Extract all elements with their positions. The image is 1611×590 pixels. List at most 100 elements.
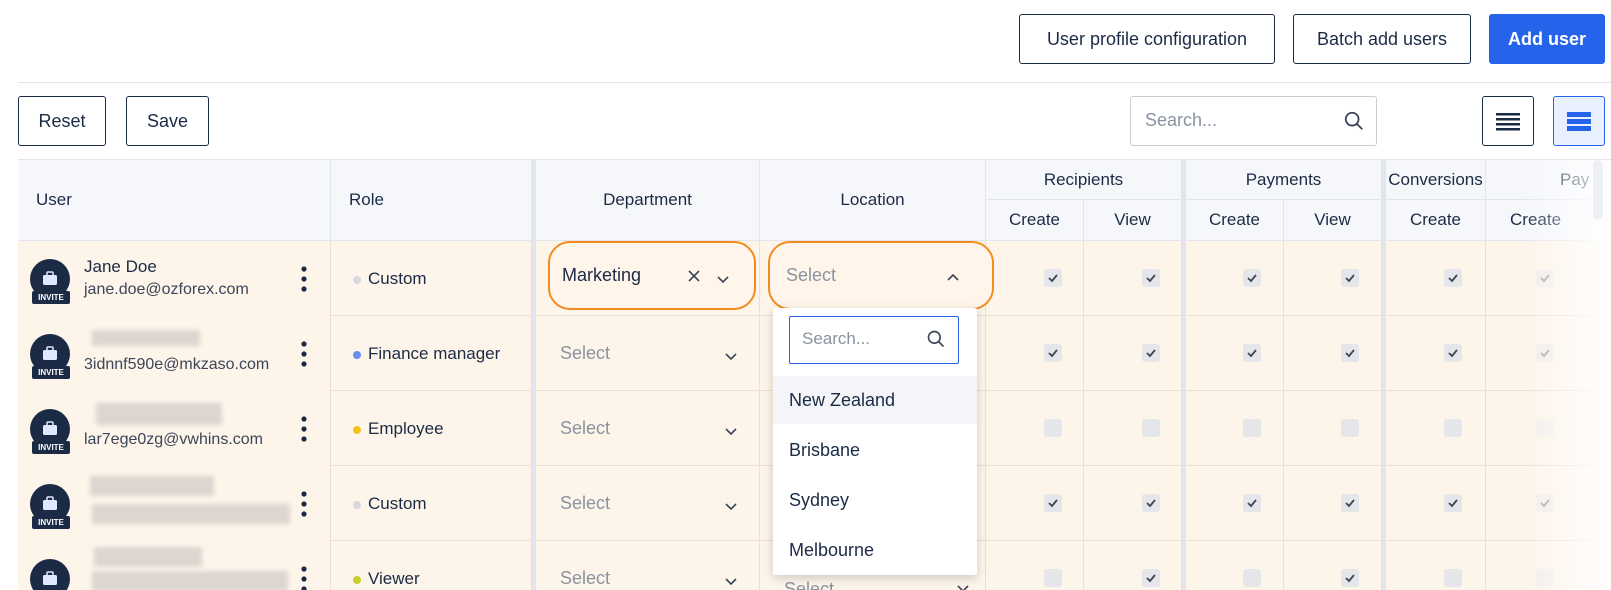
role-text: Custom [368,268,427,288]
permission-checkbox[interactable] [1341,419,1359,437]
permission-checkbox[interactable] [1444,344,1462,362]
permission-checkbox[interactable] [1044,494,1062,512]
permission-checkbox[interactable] [1142,494,1160,512]
permission-checkbox[interactable] [1243,344,1261,362]
more-options-icon[interactable] [300,565,308,590]
check-icon [1345,349,1355,358]
expanded-view-button[interactable] [1553,96,1605,146]
permission-cell [986,316,1084,391]
role-status-dot [353,500,361,509]
dropdown-option[interactable]: Melbourne [773,526,977,574]
permission-checkbox[interactable] [1444,269,1462,287]
role-cell: Custom [331,241,532,316]
column-header-payments-view: View [1284,200,1382,241]
add-user-button[interactable]: Add user [1489,14,1605,64]
role-status-dot [353,575,361,584]
permission-checkbox[interactable] [1444,494,1462,512]
permission-checkbox[interactable] [1142,344,1160,362]
column-separator [532,160,536,590]
department-placeholder: Select [560,493,611,513]
permission-cell [1186,316,1284,391]
permission-cell [1386,316,1486,391]
check-icon [1448,349,1458,358]
department-select[interactable]: Select [536,316,760,391]
check-icon [1247,274,1257,283]
permission-checkbox[interactable] [1044,344,1062,362]
check-icon [1448,499,1458,508]
permission-checkbox[interactable] [1536,494,1554,512]
column-header-recipients-view: View [1084,200,1182,241]
user-cell: INVITE [18,541,331,590]
permission-cell [986,241,1084,316]
save-button[interactable]: Save [126,96,209,146]
dropdown-search-box[interactable] [789,316,959,364]
permission-checkbox[interactable] [1142,419,1160,437]
location-placeholder: Select [786,265,837,285]
more-options-icon[interactable] [300,265,308,293]
permission-checkbox[interactable] [1044,569,1062,587]
list-icon [1496,113,1520,131]
location-select-row1[interactable]: Select [768,241,994,310]
permission-checkbox[interactable] [1142,269,1160,287]
column-group-payments: Payments [1186,160,1382,200]
role-cell: Finance manager [331,316,532,391]
permission-checkbox[interactable] [1341,269,1359,287]
check-icon [1048,499,1058,508]
permission-checkbox[interactable] [1142,569,1160,587]
check-icon [1146,349,1156,358]
permission-checkbox[interactable] [1444,569,1462,587]
compact-view-button[interactable] [1482,96,1534,146]
role-status-dot [353,275,361,284]
reset-button[interactable]: Reset [18,96,106,146]
permission-checkbox[interactable] [1341,344,1359,362]
invite-badge: INVITE [32,441,70,454]
department-select-row1[interactable]: Marketing [548,241,756,310]
permission-checkbox[interactable] [1341,569,1359,587]
briefcase-icon [43,346,57,360]
more-options-icon[interactable] [300,490,308,518]
dropdown-option[interactable]: Brisbane [773,426,977,474]
permission-checkbox[interactable] [1243,494,1261,512]
check-icon [1146,499,1156,508]
permission-checkbox[interactable] [1044,419,1062,437]
clear-icon[interactable] [686,268,702,284]
user-profile-configuration-button[interactable]: User profile configuration [1019,14,1275,64]
more-options-icon[interactable] [300,415,308,443]
dropdown-option[interactable]: Sydney [773,476,977,524]
permission-cell [1386,541,1486,590]
permission-checkbox[interactable] [1536,344,1554,362]
permission-checkbox[interactable] [1044,269,1062,287]
redacted-text [92,571,288,590]
search-input[interactable] [1143,97,1343,143]
vertical-scrollbar[interactable] [1593,160,1603,220]
search-box[interactable] [1130,96,1377,146]
permission-checkbox[interactable] [1243,419,1261,437]
department-select[interactable]: Select [536,391,760,466]
department-select[interactable]: Select [536,541,760,590]
role-text: Viewer [368,568,420,588]
permission-checkbox[interactable] [1536,269,1554,287]
more-options-icon[interactable] [300,340,308,368]
column-separator [1382,160,1386,590]
permission-checkbox[interactable] [1536,419,1554,437]
batch-add-users-button[interactable]: Batch add users [1293,14,1471,64]
permission-checkbox[interactable] [1341,494,1359,512]
permission-cell [1284,241,1382,316]
role-label: Employee [331,419,444,439]
role-status-dot [353,425,361,434]
permission-checkbox[interactable] [1444,419,1462,437]
column-header-conversions-create: Create [1386,200,1486,241]
redacted-text [94,547,202,567]
permission-checkbox[interactable] [1243,569,1261,587]
role-text: Finance manager [368,343,501,363]
permission-checkbox[interactable] [1536,569,1554,587]
department-select[interactable]: Select [536,466,760,541]
dropdown-option[interactable]: New Zealand [773,376,977,424]
permission-checkbox[interactable] [1243,269,1261,287]
user-email: jane.doe@ozforex.com [84,281,249,298]
role-label: Custom [331,269,427,289]
permission-cell [1284,541,1382,590]
dropdown-search-input[interactable] [800,317,920,361]
column-header-role: Role [331,160,532,241]
column-group-conversions: Conversions [1386,160,1486,200]
